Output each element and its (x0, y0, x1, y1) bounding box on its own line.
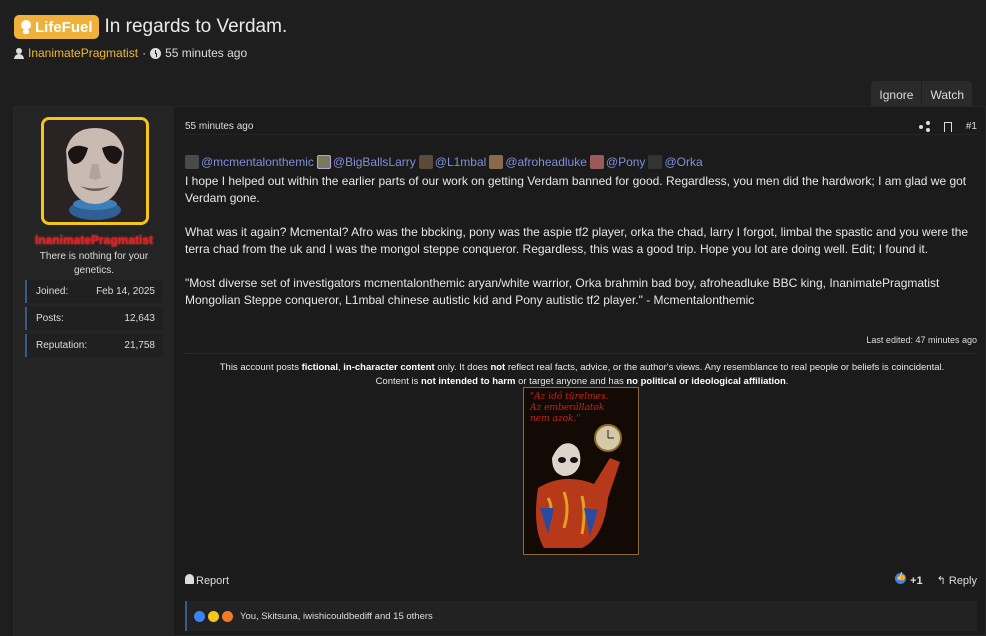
mini-avatar (489, 155, 504, 169)
like-button[interactable]: +1 (895, 572, 923, 587)
mini-avatar (185, 155, 199, 169)
laugh-reaction-icon (208, 610, 219, 622)
post-paragraph: I hope I helped out within the earlier p… (185, 174, 967, 205)
post-username[interactable]: InanimatePragmatist (14, 233, 174, 247)
disclaimer-line-1: This account posts fictional, in-charact… (219, 362, 945, 373)
mention-label: @afroheadluke (505, 155, 587, 169)
report-label: Report (196, 574, 230, 587)
last-edited: Last edited: 47 minutes ago (866, 335, 977, 345)
post: InanimatePragmatist There is nothing for… (13, 106, 986, 636)
mention-pony[interactable]: @Pony (589, 155, 646, 169)
meta-separator: · (142, 46, 147, 60)
mention-bigballslarry[interactable]: @BigBallsLarry (316, 155, 416, 169)
bell-icon (185, 573, 194, 584)
post-footer-actions: +1 ↰Reply (895, 572, 977, 587)
reply-button[interactable]: ↰ Reply (937, 574, 977, 587)
post-header-icons: #1 (918, 121, 977, 133)
post-body: I hope I helped out within the earlier p… (185, 173, 977, 326)
mention-label: @BigBallsLarry (332, 155, 416, 169)
signature-image[interactable]: "Az idő türelmes. Az emberállatok nem az… (523, 387, 639, 555)
thumbs-up-icon (895, 572, 907, 584)
mention-label: @Pony (605, 155, 646, 169)
lightbulb-icon (20, 19, 32, 35)
reactions-summary[interactable]: You, Skitsuna, iwishicouldbediff and 15 … (240, 611, 433, 622)
mini-avatar (648, 155, 663, 169)
mention-mcmentalonthemic[interactable]: @mcmentalonthemic (185, 155, 314, 169)
mini-avatar (418, 155, 433, 169)
stat-value: 21,758 (124, 340, 155, 351)
post-footer: Report +1 ↰Reply (185, 572, 977, 588)
mentions-row: @mcmentalonthemic @BigBallsLarry @L1mbal… (185, 155, 703, 169)
stat-label: Joined: (36, 286, 69, 297)
signature-image-caption: "Az idő türelmes. Az emberállatok nem az… (530, 392, 609, 424)
stat-value[interactable]: 12,643 (124, 313, 155, 324)
signature-disclaimer: This account posts fictional, in-charact… (187, 361, 977, 389)
mention-l1mbal[interactable]: @L1mbal (418, 155, 487, 169)
stat-reputation: Reputation: 21,758 (25, 334, 163, 357)
post-paragraph: "Most diverse set of investigators mcmen… (185, 276, 940, 307)
user-icon (14, 47, 24, 59)
report-button[interactable]: Report (185, 573, 230, 587)
mention-orka[interactable]: @Orka (648, 155, 703, 169)
user-title: There is nothing for your genetics. (39, 251, 149, 276)
stat-posts: Posts: 12,643 (25, 307, 163, 330)
stat-joined: Joined: Feb 14, 2025 (25, 280, 163, 303)
thread-label-text: LifeFuel (35, 18, 93, 36)
clock-icon (150, 47, 162, 59)
mask-avatar-image (44, 120, 146, 222)
mention-label: @L1mbal (434, 155, 487, 169)
like-count: +1 (910, 575, 923, 587)
mini-avatar (589, 155, 604, 169)
thread-meta: InanimatePragmatist · 55 minutes ago (14, 46, 972, 60)
reply-label: Reply (948, 574, 977, 587)
post-user-column: InanimatePragmatist There is nothing for… (14, 107, 174, 636)
share-icon[interactable] (918, 121, 930, 132)
post-message: 55 minutes ago #1 @mcmentalonthemic @Big… (175, 107, 985, 636)
mini-avatar (316, 155, 331, 169)
mention-label: @mcmentalonthemic (201, 155, 314, 169)
post-paragraph: What was it again? Mcmental? Afro was th… (185, 225, 969, 256)
signature-divider (185, 353, 977, 354)
post-time[interactable]: 55 minutes ago (185, 121, 253, 132)
thread-header: LifeFuel In regards to Verdam. Inanimate… (14, 12, 972, 110)
stat-label: Posts: (36, 313, 64, 324)
thread-author-link[interactable]: InanimatePragmatist (28, 46, 138, 60)
thread-title: In regards to Verdam. (104, 16, 288, 37)
like-reaction-icon (194, 610, 205, 622)
reactions-bar[interactable]: You, Skitsuna, iwishicouldbediff and 15 … (185, 601, 977, 631)
avatar[interactable] (41, 117, 149, 225)
stat-value: Feb 14, 2025 (96, 286, 155, 297)
thread-posted-time[interactable]: 55 minutes ago (165, 46, 247, 60)
mention-afroheadluke[interactable]: @afroheadluke (489, 155, 587, 169)
love-reaction-icon (222, 610, 233, 622)
reply-arrow-icon: ↰ (936, 574, 946, 587)
thread-label-lifefuel[interactable]: LifeFuel (14, 15, 99, 39)
stat-label: Reputation: (36, 340, 88, 351)
post-header: 55 minutes ago #1 (185, 119, 977, 135)
bookmark-icon[interactable] (943, 121, 952, 133)
post-number[interactable]: #1 (966, 121, 977, 132)
mention-label: @Orka (664, 155, 703, 169)
title-row: LifeFuel In regards to Verdam. (14, 12, 972, 42)
